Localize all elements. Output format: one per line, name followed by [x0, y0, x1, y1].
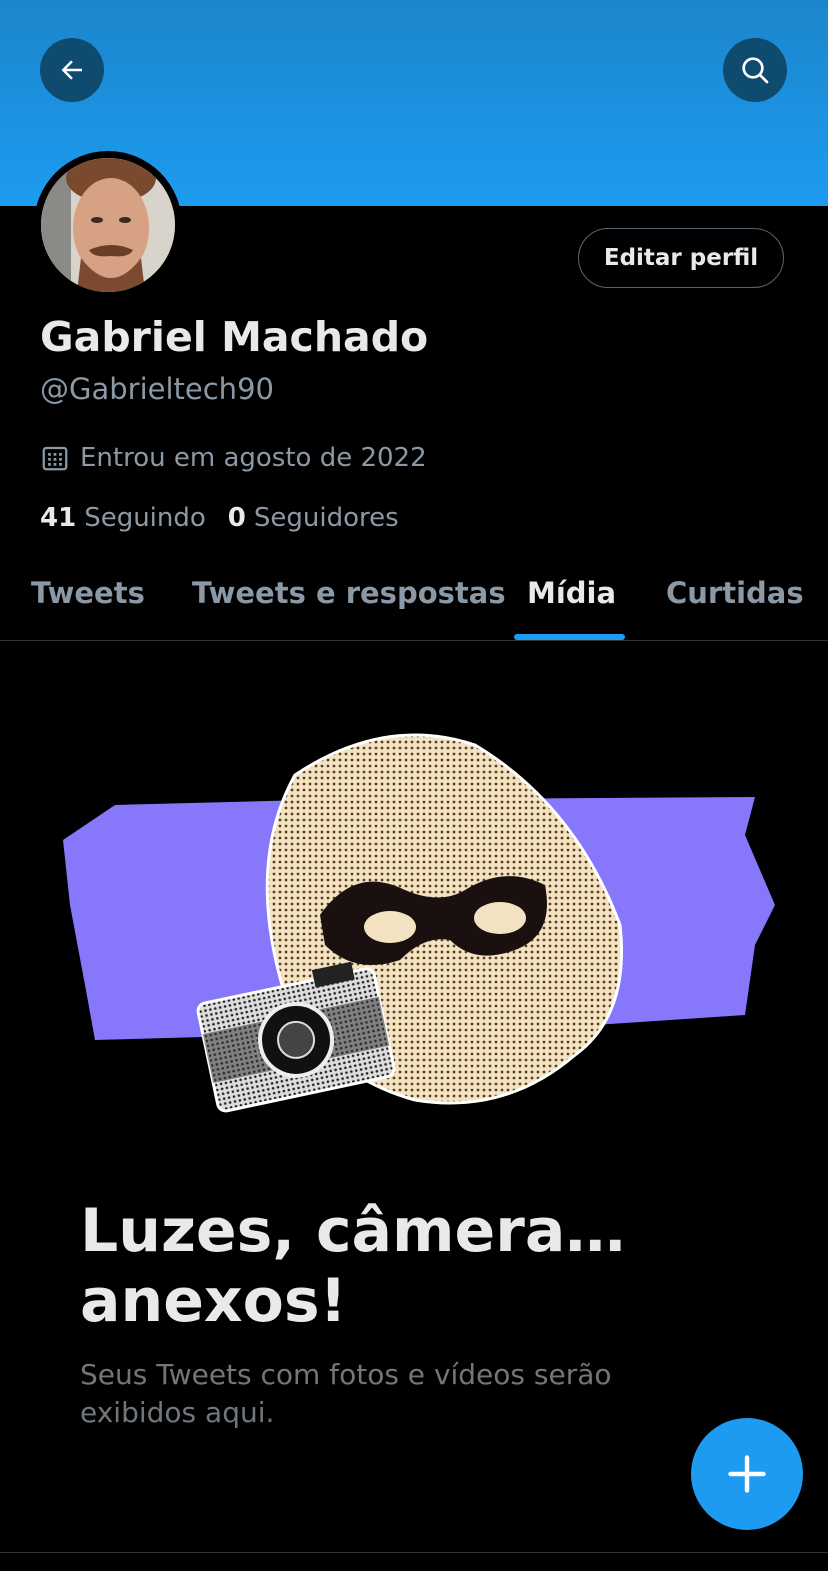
search-button[interactable] [723, 38, 787, 102]
profile-tabs: Tweets Tweets e respostas Mídia Curtidas [0, 562, 828, 641]
active-tab-indicator [514, 634, 625, 640]
compose-tweet-button[interactable] [691, 1418, 803, 1530]
followers-link[interactable]: 0 Seguidores [228, 503, 399, 533]
joined-date: Entrou em agosto de 2022 [40, 443, 427, 473]
calendar-icon [42, 446, 68, 471]
profile-handle: @Gabrieltech90 [40, 372, 274, 406]
empty-state-subtitle: Seus Tweets com fotos e vídeos serão exi… [80, 1358, 612, 1429]
back-button[interactable] [40, 38, 104, 102]
following-count: 41 [40, 503, 77, 533]
tab-tweets[interactable]: Tweets [31, 576, 145, 610]
tab-media[interactable]: Mídia [527, 576, 616, 610]
tab-tweets-replies[interactable]: Tweets e respostas [192, 576, 506, 610]
following-label: Seguindo [84, 503, 206, 533]
followers-label: Seguidores [253, 503, 399, 533]
followers-count: 0 [227, 503, 246, 533]
search-icon [742, 57, 769, 84]
follow-stats: 41 Seguindo 0 Seguidores [40, 503, 399, 533]
empty-state-title: Luzes, câmera… anexos! [80, 1196, 626, 1336]
divider [0, 1552, 828, 1553]
avatar[interactable] [34, 151, 182, 299]
plus-icon [728, 1455, 766, 1493]
empty-media-illustration [63, 733, 775, 1113]
arrow-left-icon [61, 60, 82, 80]
profile-name: Gabriel Machado [40, 313, 429, 361]
edit-profile-button[interactable]: Editar perfil [578, 228, 784, 288]
joined-text: Entrou em agosto de 2022 [80, 443, 427, 473]
tab-likes[interactable]: Curtidas [666, 576, 804, 610]
following-link[interactable]: 41 Seguindo [40, 503, 206, 533]
